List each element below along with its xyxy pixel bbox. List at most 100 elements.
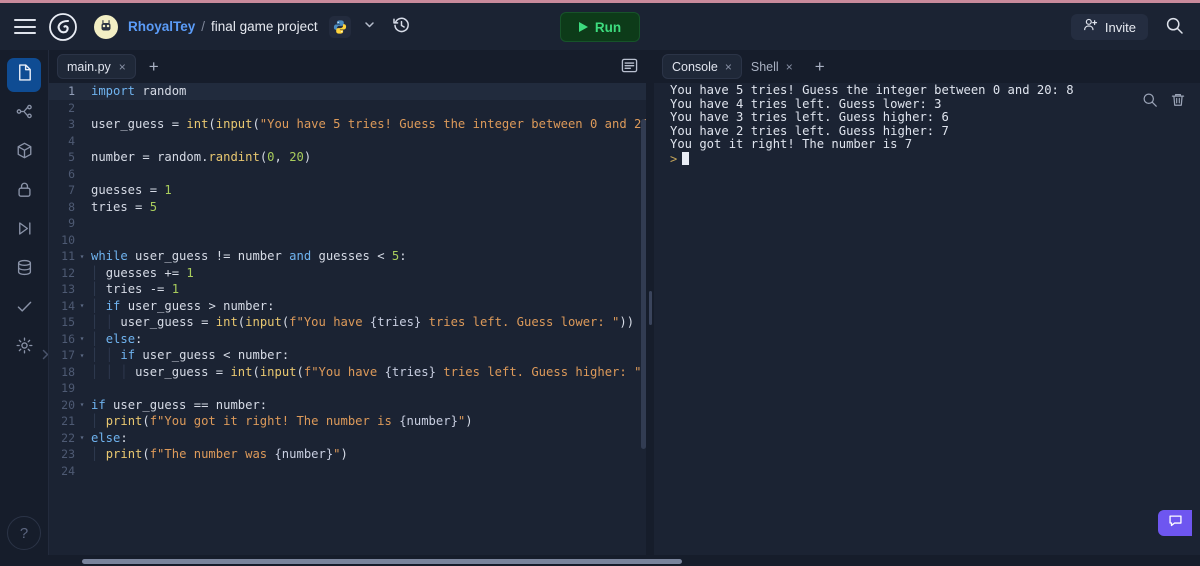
- code-line[interactable]: 1 import random: [49, 83, 649, 100]
- replit-logo-icon[interactable]: [48, 12, 78, 42]
- code-line[interactable]: 22 ▾ else:: [49, 430, 649, 447]
- fold-arrow-icon[interactable]: ▾: [77, 334, 87, 343]
- console-line: You have 4 tries left. Guess lower: 3: [670, 96, 942, 111]
- line-number: 3: [68, 117, 75, 132]
- code-text: │ │ │ user_guess = int(input(f"You have …: [91, 364, 649, 379]
- panel-splitter[interactable]: [646, 50, 654, 566]
- console-toolbar: [1142, 92, 1186, 113]
- code-line[interactable]: 7 guesses = 1: [49, 182, 649, 199]
- code-editor[interactable]: 1 import random 2 3 user_guess = int(input("…: [49, 83, 649, 555]
- help-button[interactable]: ?: [7, 516, 41, 550]
- line-number: 12: [61, 265, 75, 280]
- line-number: 10: [61, 232, 75, 247]
- code-text: if user_guess == number:: [91, 397, 268, 412]
- line-number: 2: [68, 100, 75, 115]
- code-text: number = random.randint(0, 20): [91, 150, 312, 165]
- code-line[interactable]: 20 ▾ if user_guess == number:: [49, 397, 649, 414]
- sidebar-item-checks[interactable]: [7, 292, 41, 326]
- code-text: │ print(f"The number was {number}"): [91, 447, 348, 462]
- new-tab-button[interactable]: +: [149, 58, 159, 75]
- code-line[interactable]: 2: [49, 100, 649, 117]
- add-person-icon: [1083, 17, 1098, 37]
- code-line[interactable]: 6: [49, 166, 649, 183]
- sidebar-item-secrets[interactable]: [7, 175, 41, 209]
- code-line[interactable]: 21 │ print(f"You got it right! The number…: [49, 413, 649, 430]
- code-line[interactable]: 9: [49, 215, 649, 232]
- chat-button[interactable]: [1158, 510, 1192, 536]
- console-tabbar: Console × Shell × +: [654, 50, 1200, 83]
- editor-horizontal-scrollbar[interactable]: [82, 559, 682, 564]
- line-number: 18: [61, 364, 75, 379]
- code-line[interactable]: 15 │ │ user_guess = int(input(f"You have …: [49, 314, 649, 331]
- code-line[interactable]: 14 ▾ │ if user_guess > number:: [49, 298, 649, 315]
- code-line[interactable]: 18 │ │ │ user_guess = int(input(f"You hav…: [49, 364, 649, 381]
- code-text: │ if user_guess > number:: [91, 298, 275, 313]
- console-line: You got it right! The number is 7: [670, 137, 913, 151]
- line-number: 6: [68, 166, 75, 181]
- code-text: │ │ if user_guess < number:: [91, 348, 290, 363]
- fold-arrow-icon[interactable]: ▾: [77, 351, 87, 360]
- sidebar-item-packages[interactable]: [7, 136, 41, 170]
- line-number: 11: [61, 249, 75, 264]
- new-console-tab-button[interactable]: +: [815, 58, 825, 75]
- code-line[interactable]: 4: [49, 133, 649, 150]
- play-icon: [578, 22, 588, 32]
- search-icon[interactable]: [1142, 92, 1158, 113]
- tab-console[interactable]: Console ×: [662, 54, 742, 79]
- code-line[interactable]: 8 tries = 5: [49, 199, 649, 216]
- fold-arrow-icon[interactable]: ▾: [77, 433, 87, 442]
- code-line[interactable]: 13 │ tries -= 1: [49, 281, 649, 298]
- sidebar-item-files[interactable]: [7, 58, 41, 92]
- panel-list-icon[interactable]: [621, 57, 638, 79]
- chevron-down-icon[interactable]: [363, 18, 376, 36]
- code-line[interactable]: 19: [49, 380, 649, 397]
- editor-tab-main-py[interactable]: main.py ×: [57, 54, 136, 79]
- breadcrumb-project-name[interactable]: final game project: [211, 19, 318, 34]
- close-icon[interactable]: ×: [725, 61, 732, 73]
- close-icon[interactable]: ×: [786, 61, 793, 73]
- code-line[interactable]: 10: [49, 232, 649, 249]
- code-line[interactable]: 11 ▾ while user_guess != number and guesse…: [49, 248, 649, 265]
- code-text: import random: [91, 84, 187, 99]
- tab-shell[interactable]: Shell ×: [742, 54, 802, 79]
- console-prompt[interactable]: >: [654, 151, 1200, 167]
- fold-arrow-icon[interactable]: ▾: [77, 400, 87, 409]
- console-panel: Console × Shell × + You have 5 tries! Gu…: [654, 50, 1200, 566]
- line-number: 22: [61, 430, 75, 445]
- line-number: 24: [61, 463, 75, 478]
- code-line[interactable]: 3 user_guess = int(input("You have 5 trie…: [49, 116, 649, 133]
- run-button[interactable]: Run: [560, 12, 640, 42]
- sidebar-item-debugger[interactable]: [7, 214, 41, 248]
- code-line[interactable]: 17 ▾ │ │ if user_guess < number:: [49, 347, 649, 364]
- question-mark-icon: ?: [19, 524, 29, 542]
- python-icon: [328, 15, 351, 38]
- sidebar-item-settings[interactable]: [7, 331, 41, 365]
- sidebar-item-database[interactable]: [7, 253, 41, 287]
- close-icon[interactable]: ×: [119, 61, 126, 73]
- line-number: 16: [61, 331, 75, 346]
- line-number: 17: [61, 348, 75, 363]
- line-number: 15: [61, 315, 75, 330]
- history-icon[interactable]: [392, 15, 411, 39]
- sidebar-item-version-control[interactable]: [7, 97, 41, 131]
- code-text: while user_guess != number and guesses <…: [91, 249, 407, 264]
- console-output[interactable]: You have 5 tries! Guess the integer betw…: [654, 83, 1200, 566]
- code-line[interactable]: 16 ▾ │ else:: [49, 331, 649, 348]
- invite-button[interactable]: Invite: [1070, 14, 1148, 40]
- fold-arrow-icon[interactable]: ▾: [77, 301, 87, 310]
- tab-shell-label: Shell: [750, 59, 779, 74]
- line-number: 4: [68, 133, 75, 148]
- hamburger-icon[interactable]: [14, 19, 36, 34]
- code-text: else:: [91, 430, 128, 445]
- editor-tab-label: main.py: [67, 59, 111, 74]
- code-text: │ else:: [91, 331, 143, 346]
- trash-icon[interactable]: [1170, 92, 1186, 113]
- fold-arrow-icon[interactable]: ▾: [77, 252, 87, 261]
- avatar[interactable]: [94, 14, 118, 39]
- code-line[interactable]: 12 │ guesses += 1: [49, 265, 649, 282]
- code-line[interactable]: 5 number = random.randint(0, 20): [49, 149, 649, 166]
- search-icon[interactable]: [1165, 16, 1184, 40]
- code-line[interactable]: 23 │ print(f"The number was {number}"): [49, 446, 649, 463]
- code-line[interactable]: 24: [49, 463, 649, 480]
- breadcrumb-username[interactable]: RhoyalTey: [128, 19, 195, 34]
